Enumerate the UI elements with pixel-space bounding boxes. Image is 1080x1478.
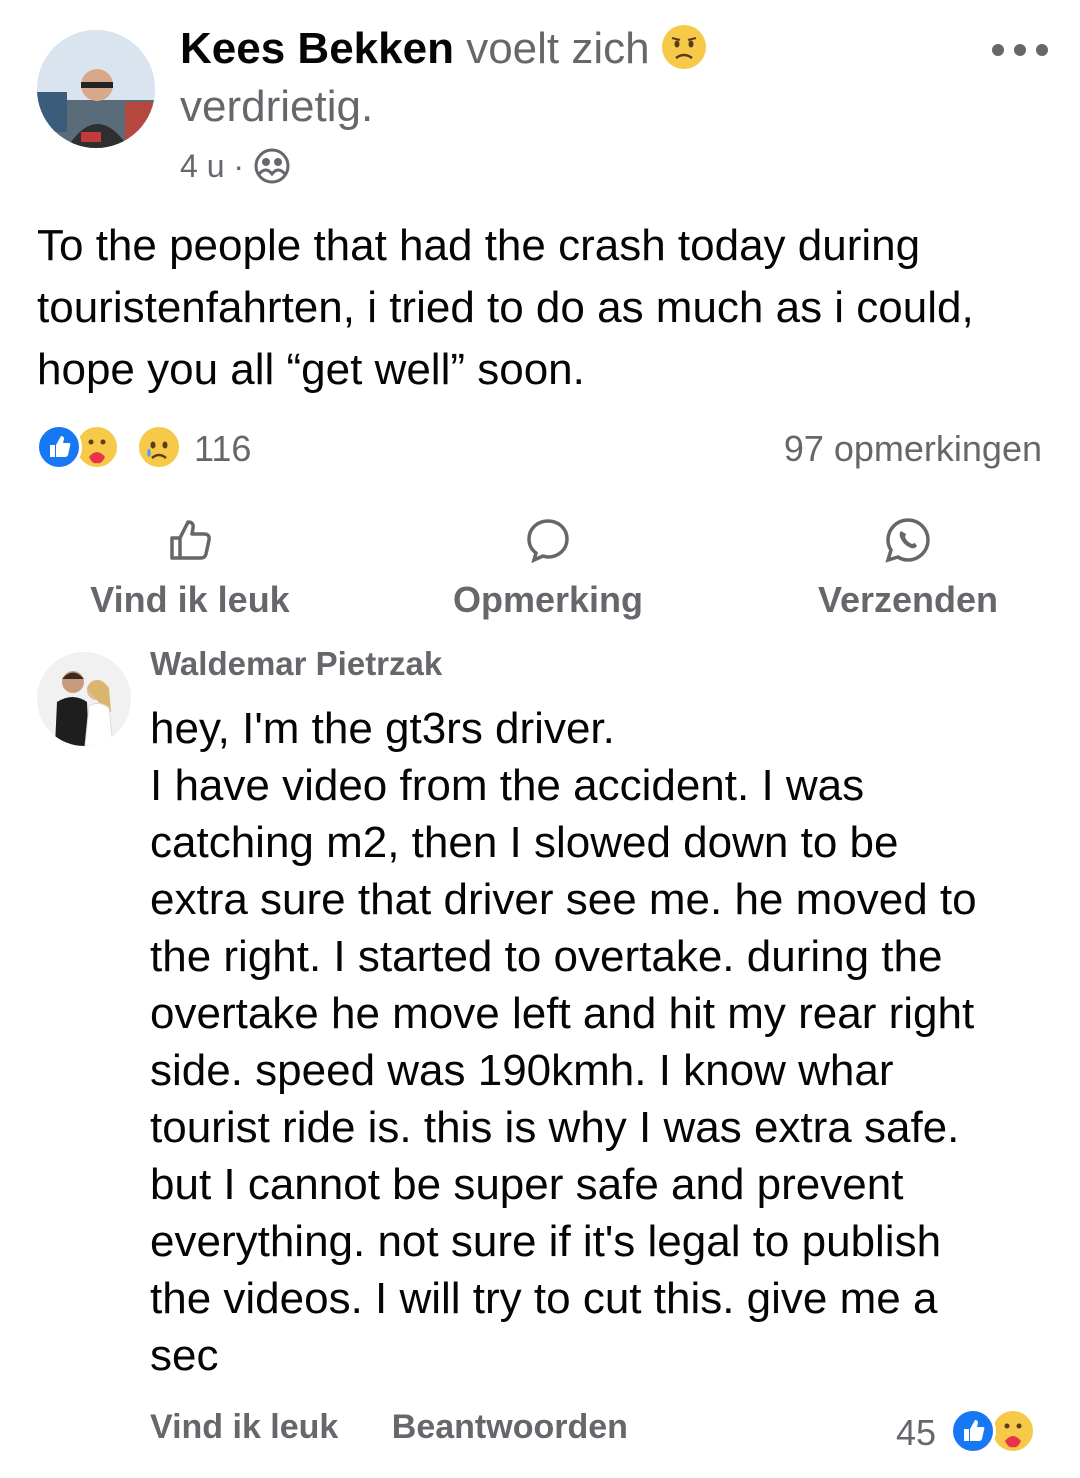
- comment-reaction-count[interactable]: 45: [896, 1412, 936, 1454]
- comment-line: extra sure that driver see me. he moved …: [150, 875, 977, 924]
- comment-bubble-icon: [527, 519, 569, 564]
- comment-button-label: Opmerking: [452, 579, 644, 620]
- post-text: To the people that had the crash today d…: [37, 221, 974, 394]
- whatsapp-icon: [885, 518, 930, 563]
- comment-text: hey, I'm the gt3rs driver. I have video …: [150, 700, 1050, 1384]
- comment-line: everything. not sure if it's legal to pu…: [150, 1217, 942, 1266]
- commenter-avatar[interactable]: [37, 652, 131, 746]
- comment-line: I have video from the accident. I was: [150, 761, 865, 810]
- post-author-avatar[interactable]: [37, 30, 155, 148]
- reaction-count[interactable]: 116: [194, 428, 251, 470]
- comment-line: catching m2, then I slowed down to be: [150, 818, 899, 867]
- meta-separator: ·: [233, 148, 245, 184]
- like-button[interactable]: Vind ik leuk: [40, 516, 340, 621]
- more-options-button[interactable]: [990, 38, 1050, 62]
- post-time[interactable]: 4 u: [180, 148, 224, 184]
- sad-face-icon: [661, 25, 706, 69]
- commenter-name[interactable]: Waldemar Pietrzak: [150, 645, 442, 683]
- comment-actions: Vind ik leuk Beantwoorden: [150, 1408, 672, 1447]
- feeling-prefix: voelt zich: [466, 24, 650, 73]
- comment-reply-button[interactable]: Beantwoorden: [392, 1408, 628, 1446]
- comment-button[interactable]: Opmerking: [398, 516, 698, 621]
- comment-line: the videos. I will try to cut this. give…: [150, 1274, 938, 1323]
- like-reaction-icon: [950, 1408, 996, 1454]
- comment-reactions[interactable]: [950, 1408, 1046, 1456]
- post-author-name[interactable]: Kees Bekken: [180, 24, 454, 73]
- post-meta: 4 u ·: [180, 146, 291, 194]
- send-button-label: Verzenden: [817, 579, 999, 620]
- like-button-label: Vind ik leuk: [90, 579, 290, 620]
- comment-count[interactable]: 97 opmerkingen: [784, 428, 1042, 470]
- send-button[interactable]: Verzenden: [758, 516, 1058, 621]
- care-reaction-icon: [990, 1408, 1036, 1454]
- post-header-line: Kees Bekken voelt zich: [180, 24, 706, 74]
- comment-line: but I cannot be super safe and prevent: [150, 1160, 904, 1209]
- comment-line: overtake he move left and hit my rear ri…: [150, 989, 975, 1038]
- thumbs-up-icon: [170, 520, 211, 560]
- more-dots-icon: [992, 44, 1048, 56]
- like-reaction-icon: [36, 424, 82, 470]
- feeling-word: verdrietig.: [180, 82, 374, 131]
- comment-line: sec: [150, 1331, 219, 1380]
- comment-line: hey, I'm the gt3rs driver.: [150, 704, 615, 753]
- comment-line: tourist ride is. this is why I was extra…: [150, 1103, 960, 1152]
- friends-icon: [253, 147, 291, 194]
- comment-like-button[interactable]: Vind ik leuk: [150, 1408, 338, 1446]
- sad-reaction-icon: [136, 424, 182, 470]
- comment-line: side. speed was 190kmh. I know whar: [150, 1046, 894, 1095]
- comment-line: the right. I started to overtake. during…: [150, 932, 943, 981]
